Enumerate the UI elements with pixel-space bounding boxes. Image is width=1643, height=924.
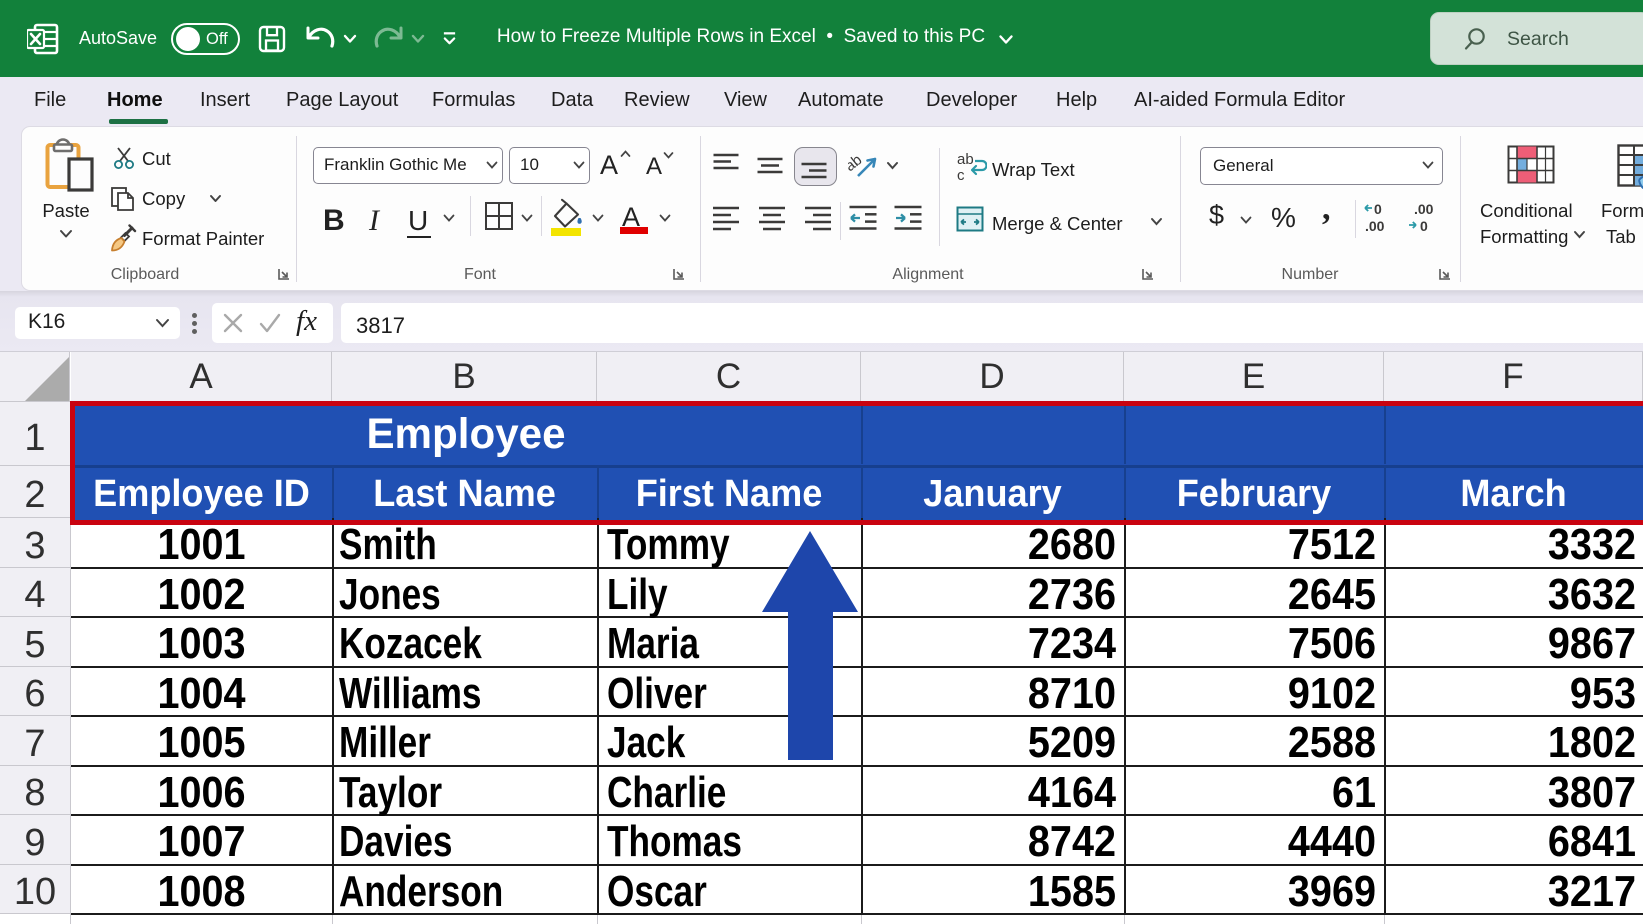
svg-text:0: 0 [1374,201,1382,217]
svg-text:c: c [957,167,965,182]
svg-text:ab: ab [957,152,974,168]
svg-text:0: 0 [1420,218,1428,234]
svg-text:.00: .00 [1365,218,1385,234]
svg-text:.00: .00 [1414,201,1434,217]
